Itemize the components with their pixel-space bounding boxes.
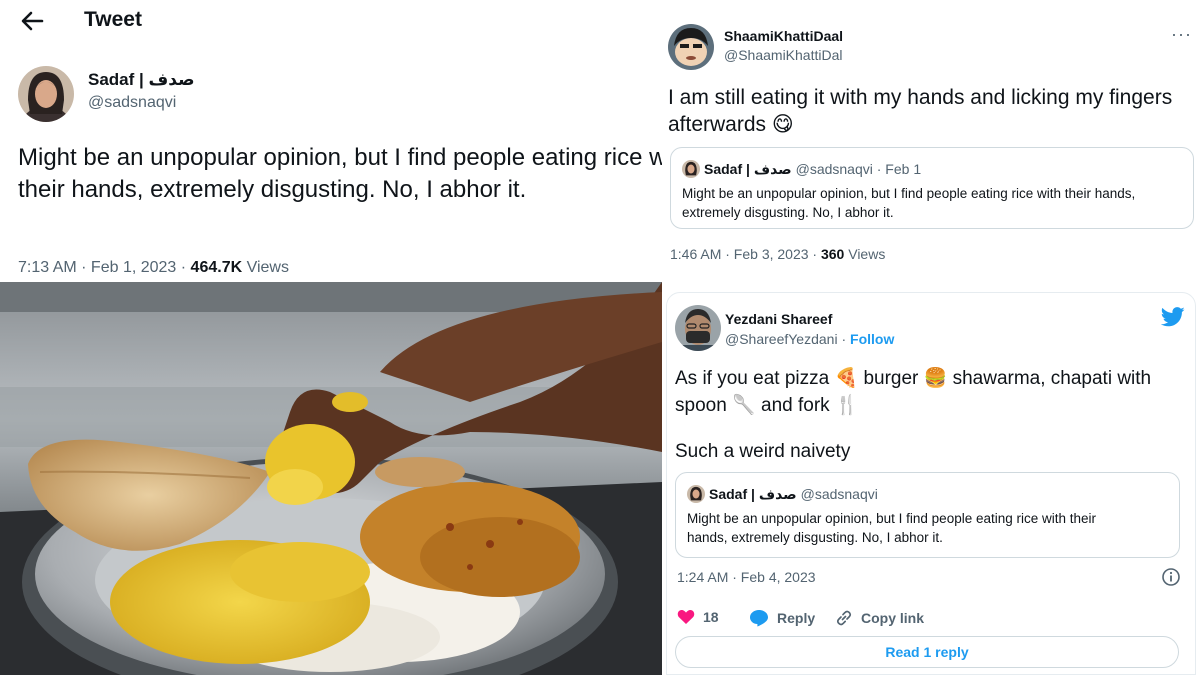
avatar [687,485,705,503]
more-options-icon[interactable]: ··· [1171,24,1192,45]
tweet-timestamp[interactable]: 1:46 AM · Feb 3, 2023 · [670,246,821,262]
tweet-text: Might be an unpopular opinion, but I fin… [18,144,662,203]
tweet-text-segment: As if you eat pizza [675,368,830,389]
author-handle-row: @ShareefYezdani · Follow [725,331,894,347]
like-button[interactable]: 18 [677,609,719,625]
page-title: Tweet [84,8,142,31]
tweet-header: Tweet [0,0,662,42]
tweet-author: Sadaf | صدف @sadsnaqvi [18,66,658,122]
tweet-text-segment: and fork [761,395,830,416]
follow-button[interactable]: Follow [850,331,894,347]
spoon-emoji-icon: 🥄 [732,394,756,416]
tweet-text: As if you eat pizza 🍕 burger 🍔 shawarma,… [675,365,1185,419]
tweet-timestamp[interactable]: 7:13 AM · Feb 1, 2023 · [18,259,191,276]
quoted-author-handle: @sadsnaqvi · Feb 1 [795,161,922,177]
author-name[interactable]: Yezdani Shareef [725,311,832,327]
heart-icon [677,610,695,624]
tweet-meta: 7:13 AM · Feb 1, 2023 · 464.7K Views [18,259,289,277]
tweet-meta: 1:46 AM · Feb 3, 2023 · 360 Views [670,246,885,262]
author-name[interactable]: Sadaf | صدف [88,70,195,90]
quoted-tweet[interactable]: Sadaf | صدف @sadsnaqvi · Feb 1 Might be … [670,147,1194,229]
tweet-timestamp[interactable]: 1:24 AM · Feb 4, 2023 [677,569,816,585]
author-name[interactable]: ShaamiKhattiDaal [724,28,843,44]
avatar [682,160,700,178]
avatar[interactable] [675,305,721,351]
quoted-tweet-header: Sadaf | صدف @sadsnaqvi · Feb 1 [682,160,921,178]
reply-icon [750,610,768,627]
reply-tweet-shaami: ShaamiKhattiDaal @ShaamiKhattiDal ··· I … [662,0,1200,282]
read-reply-button[interactable]: Read 1 reply [675,636,1179,668]
tweet-text-segment: burger [863,368,919,389]
info-icon[interactable] [1161,567,1181,587]
avatar[interactable] [668,24,714,70]
author-handle[interactable]: @sadsnaqvi [88,94,176,112]
twitter-bird-icon[interactable] [1161,307,1185,327]
quoted-tweet-header: Sadaf | صدف @sadsnaqvi [687,485,878,503]
tweet-text: I am still eating it with my hands and l… [668,84,1188,138]
author-handle[interactable]: @ShareefYezdani [725,331,838,347]
original-tweet-panel: Tweet Sadaf | صدف @sadsnaqvi Might be an… [0,0,662,675]
quoted-author-name: Sadaf | صدف [709,486,797,502]
pizza-emoji-icon: 🍕 [834,367,859,389]
tweet-text-line2: Such a weird naivety [675,441,851,462]
tweet-actions: 18 Reply Copy link [677,609,1177,631]
author-handle[interactable]: @ShaamiKhattiDal [724,47,843,63]
quoted-tweet[interactable]: Sadaf | صدف @sadsnaqvi Might be an unpop… [675,472,1180,558]
quoted-text-line: Might be an unpopular opinion, but I fin… [682,186,1136,201]
quoted-tweet-text: Might be an unpopular opinion, but I fin… [687,509,1096,547]
copy-link-button[interactable]: Copy link [835,609,924,627]
replies-panel: ShaamiKhattiDaal @ShaamiKhattiDal ··· I … [662,0,1200,675]
food-plate-photo [0,282,662,675]
reply-tweet-yezdani: Yezdani Shareef @ShareefYezdani · Follow… [666,292,1196,675]
quoted-author-name: Sadaf | صدف [704,161,792,177]
quoted-text-line: extremely disgusting. No, I abhor it. [682,205,894,220]
back-arrow-icon[interactable] [18,8,46,34]
reply-label: Reply [777,610,816,626]
views-count: 464.7K [190,259,243,276]
separator: · [837,331,851,347]
reply-button[interactable]: Reply [749,609,815,627]
quoted-author-handle: @sadsnaqvi [800,486,878,502]
like-count: 18 [703,609,719,625]
copy-link-label: Copy link [861,610,925,626]
views-label: Views [844,246,886,262]
link-icon [836,610,852,626]
quoted-text-line: hands, extremely disgusting. No, I abhor… [687,530,943,545]
quoted-text-line: Might be an unpopular opinion, but I fin… [687,511,1097,526]
burger-emoji-icon: 🍔 [923,367,948,389]
views-label: Views [242,259,289,276]
views-count: 360 [820,246,845,262]
avatar[interactable] [18,66,74,122]
quoted-tweet-text: Might be an unpopular opinion, but I fin… [682,184,1135,222]
yum-emoji-icon: 😋 [771,112,794,136]
fork-knife-emoji-icon: 🍴 [834,394,859,416]
tweet-text-body: I am still eating it with my hands and l… [668,86,1173,136]
